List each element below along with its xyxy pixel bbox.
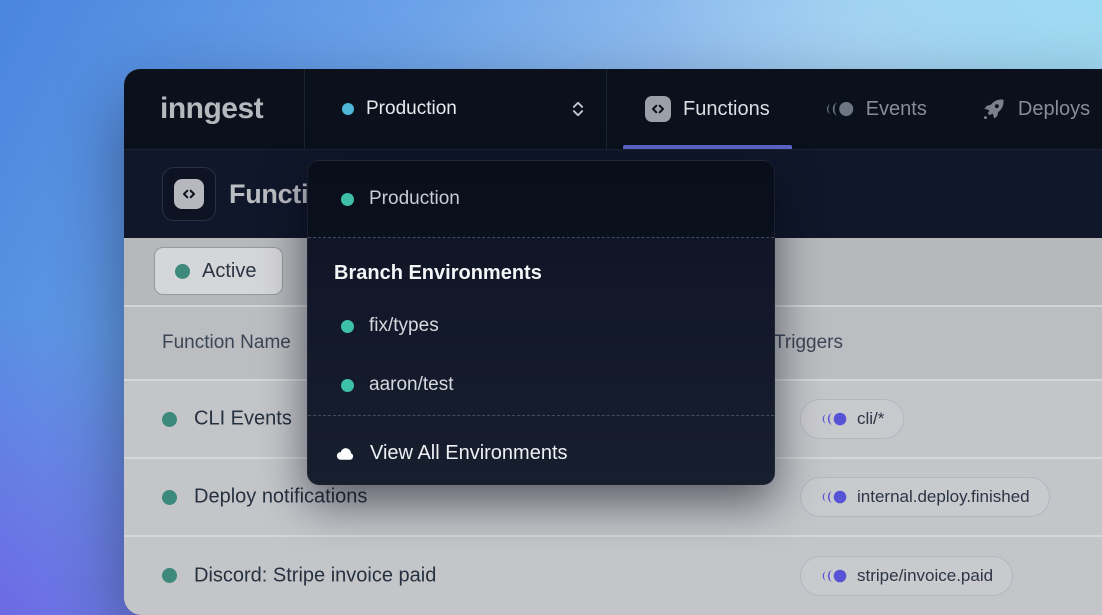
dropdown-item-branch[interactable]: fix/types — [308, 309, 774, 343]
column-header-triggers: Triggers — [774, 332, 843, 354]
tab-functions[interactable]: Functions — [645, 69, 770, 149]
function-name: Deploy notifications — [194, 486, 367, 509]
active-status-dot — [175, 264, 190, 279]
active-filter-label: Active — [202, 260, 256, 283]
environment-status-dot — [341, 193, 354, 206]
cloud-icon — [334, 442, 357, 465]
event-waves-icon — [820, 489, 847, 505]
active-filter-button[interactable]: Active — [154, 247, 283, 295]
table-row[interactable]: Discord: Stripe invoice paid stripe/invo… — [124, 537, 1102, 615]
view-all-environments-item[interactable]: View All Environments — [308, 436, 774, 470]
environment-dropdown: Production Branch Environments fix/types… — [307, 160, 775, 485]
trigger-badge: cli/* — [800, 399, 904, 439]
function-name: CLI Events — [194, 408, 292, 431]
function-name: Discord: Stripe invoice paid — [194, 565, 436, 588]
page-title-icon-box — [162, 167, 216, 221]
functions-code-icon — [174, 179, 204, 209]
inngest-logo[interactable]: inngest — [160, 92, 263, 126]
nav-tabs: Functions Events Deploys — [645, 69, 1090, 149]
dropdown-divider — [308, 415, 774, 416]
top-navbar: inngest Production Functions Events — [124, 69, 1102, 150]
event-waves-icon — [820, 411, 847, 427]
event-waves-icon — [824, 100, 854, 118]
branch-env-label: fix/types — [369, 315, 439, 337]
function-status-dot — [162, 490, 177, 505]
dropdown-item-branch[interactable]: aaron/test — [308, 368, 774, 402]
environment-selector-value: Production — [366, 98, 457, 120]
tab-functions-label: Functions — [683, 98, 770, 121]
desktop-backdrop: { "colors": { "accent_indigo_underline":… — [0, 0, 1102, 615]
event-waves-icon — [820, 568, 847, 584]
environment-status-dot — [341, 320, 354, 333]
functions-code-icon — [645, 96, 671, 122]
trigger-badge: internal.deploy.finished — [800, 477, 1050, 517]
dropdown-item-production[interactable]: Production — [308, 161, 774, 238]
tab-deploys[interactable]: Deploys — [981, 69, 1090, 149]
tab-events-label: Events — [866, 98, 927, 121]
environment-status-dot — [341, 379, 354, 392]
environment-status-dot — [342, 103, 354, 115]
tab-events[interactable]: Events — [824, 69, 927, 149]
trigger-badge: stripe/invoice.paid — [800, 556, 1013, 596]
view-all-environments-label: View All Environments — [370, 442, 568, 465]
dropdown-production-label: Production — [369, 188, 460, 210]
trigger-name: stripe/invoice.paid — [857, 566, 993, 586]
logo-cell: inngest — [124, 69, 305, 149]
branch-environments-heading: Branch Environments — [334, 258, 542, 288]
trigger-name: cli/* — [857, 409, 884, 429]
tab-deploys-label: Deploys — [1018, 98, 1090, 121]
app-window: inngest Production Functions Events — [124, 69, 1102, 615]
function-status-dot — [162, 412, 177, 427]
function-status-dot — [162, 568, 177, 583]
column-header-function-name: Function Name — [162, 332, 291, 354]
trigger-name: internal.deploy.finished — [857, 487, 1030, 507]
branch-env-label: aaron/test — [369, 374, 454, 396]
rocket-icon — [981, 97, 1006, 122]
environment-selector[interactable]: Production — [305, 69, 607, 149]
unfold-chevrons-icon — [568, 98, 588, 120]
